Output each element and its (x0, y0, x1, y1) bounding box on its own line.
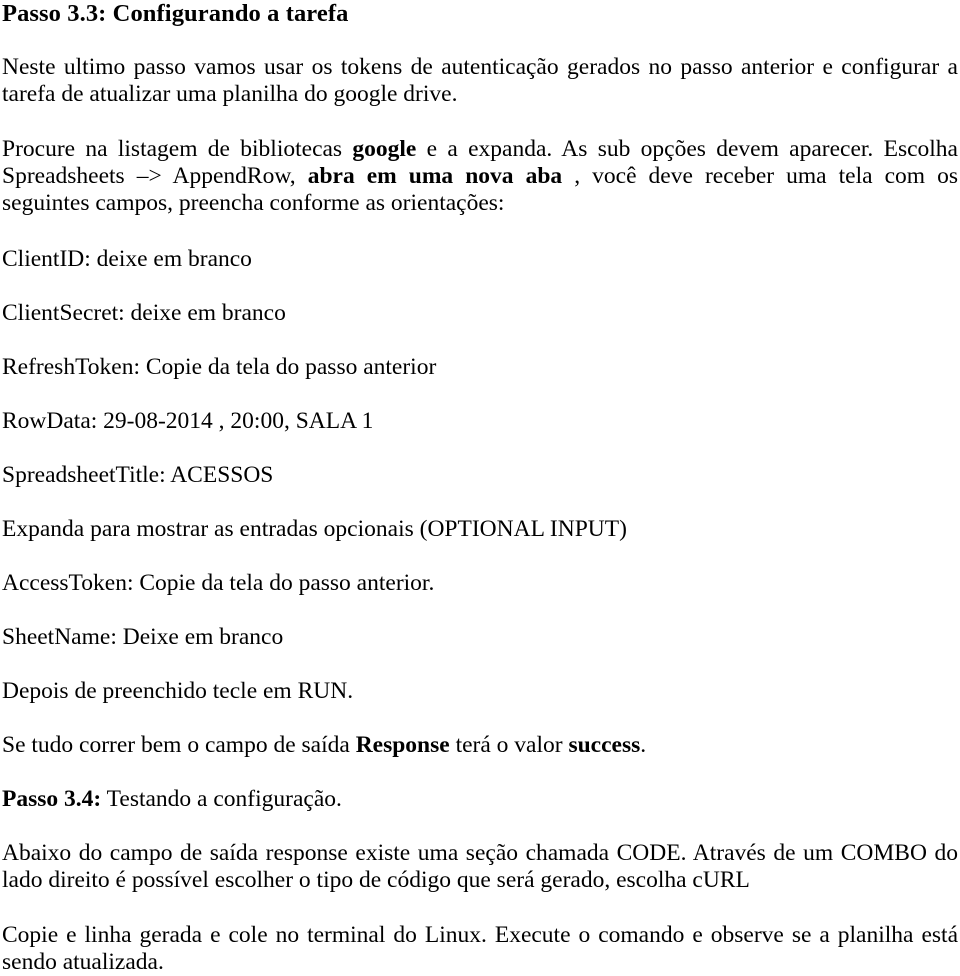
field-spreadsheet-title: SpreadsheetTitle: ACESSOS (2, 462, 274, 488)
page-title: Passo 3.3: Configurando a tarefa (2, 0, 349, 27)
optional-input-note: Expanda para mostrar as entradas opciona… (2, 516, 627, 542)
code-paragraph: Abaixo do campo de saída response existe… (2, 840, 958, 893)
field-access-token: AccessToken: Copie da tela do passo ante… (2, 570, 435, 596)
field-sheet-name: SheetName: Deixe em branco (2, 624, 284, 650)
instruction-bold-google: google (352, 136, 417, 162)
subheading-passo-3-4: Passo 3.4: Testando a configuração. (2, 786, 958, 813)
instruction-paragraph: Procure na listagem de bibliotecas googl… (2, 136, 958, 217)
success-text-part-2: terá o valor (449, 732, 569, 758)
field-refresh-token: RefreshToken: Copie da tela do passo ant… (2, 354, 437, 380)
field-client-id: ClientID: deixe em branco (2, 246, 252, 272)
success-text-part-3: . (640, 732, 647, 758)
run-note: Depois de preenchido tecle em RUN. (2, 678, 354, 704)
document-page: Passo 3.3: Configurando a tarefa Neste u… (0, 0, 960, 975)
instruction-bold-new-tab: abra em uma nova aba (307, 163, 563, 189)
final-paragraph: Copie e linha gerada e cole no terminal … (2, 922, 958, 975)
instruction-text-part-1: Procure na listagem de bibliotecas (2, 136, 353, 162)
success-text-part-1: Se tudo correr bem o campo de saída (2, 732, 356, 758)
field-row-data: RowData: 29-08-2014 , 20:00, SALA 1 (2, 408, 374, 434)
success-note: Se tudo correr bem o campo de saída Resp… (2, 732, 958, 759)
success-bold-response: Response (355, 732, 450, 758)
field-client-secret: ClientSecret: deixe em branco (2, 300, 286, 326)
intro-paragraph: Neste ultimo passo vamos usar os tokens … (2, 54, 958, 107)
subheading-label: Passo 3.4: (2, 786, 102, 812)
success-bold-success: success (568, 732, 641, 758)
subheading-rest: Testando a configuração. (101, 786, 342, 812)
